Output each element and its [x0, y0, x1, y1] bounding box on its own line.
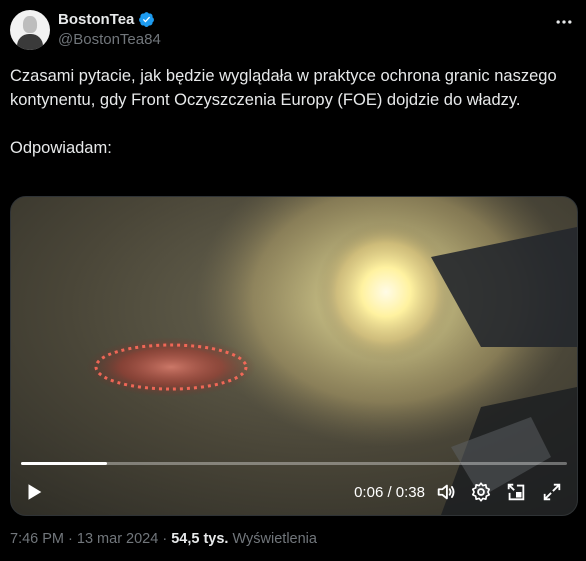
author-name-row: BostonTea	[58, 11, 155, 28]
fullscreen-icon[interactable]	[541, 481, 563, 503]
video-progress-bar[interactable]	[21, 462, 567, 465]
tweet-date[interactable]: 13 mar 2024	[77, 531, 158, 547]
meta-separator: ·	[64, 531, 77, 547]
play-icon[interactable]	[23, 481, 45, 503]
video-player[interactable]: 0:06 / 0:38	[10, 196, 578, 516]
pip-icon[interactable]	[505, 481, 527, 503]
avatar-body	[17, 34, 43, 50]
avatar-face	[23, 16, 37, 33]
author-handle[interactable]: @BostonTea84	[58, 31, 161, 48]
tweet-time[interactable]: 7:46 PM	[10, 531, 64, 547]
tweet-card[interactable]: BostonTea @BostonTea84 Czasami pytacie, …	[0, 0, 586, 561]
verified-icon	[139, 12, 155, 27]
video-progress-fill	[21, 462, 108, 465]
meta-separator: ·	[158, 531, 172, 547]
avatar[interactable]	[10, 10, 50, 50]
tweet-meta: 7:46 PM · 13 mar 2024 · 54,5 tys. Wyświe…	[10, 531, 317, 547]
author-display-name[interactable]: BostonTea	[58, 11, 134, 28]
tweet-text: Czasami pytacie, jak będzie wyglądała w …	[10, 67, 557, 157]
more-icon[interactable]	[554, 12, 574, 32]
views-label: Wyświetlenia	[232, 531, 317, 547]
video-time: 0:06 / 0:38	[354, 484, 425, 501]
volume-icon[interactable]	[435, 481, 457, 503]
video-controls: 0:06 / 0:38	[11, 467, 577, 515]
views-count: 54,5 tys.	[171, 531, 229, 547]
settings-icon[interactable]	[470, 481, 492, 503]
